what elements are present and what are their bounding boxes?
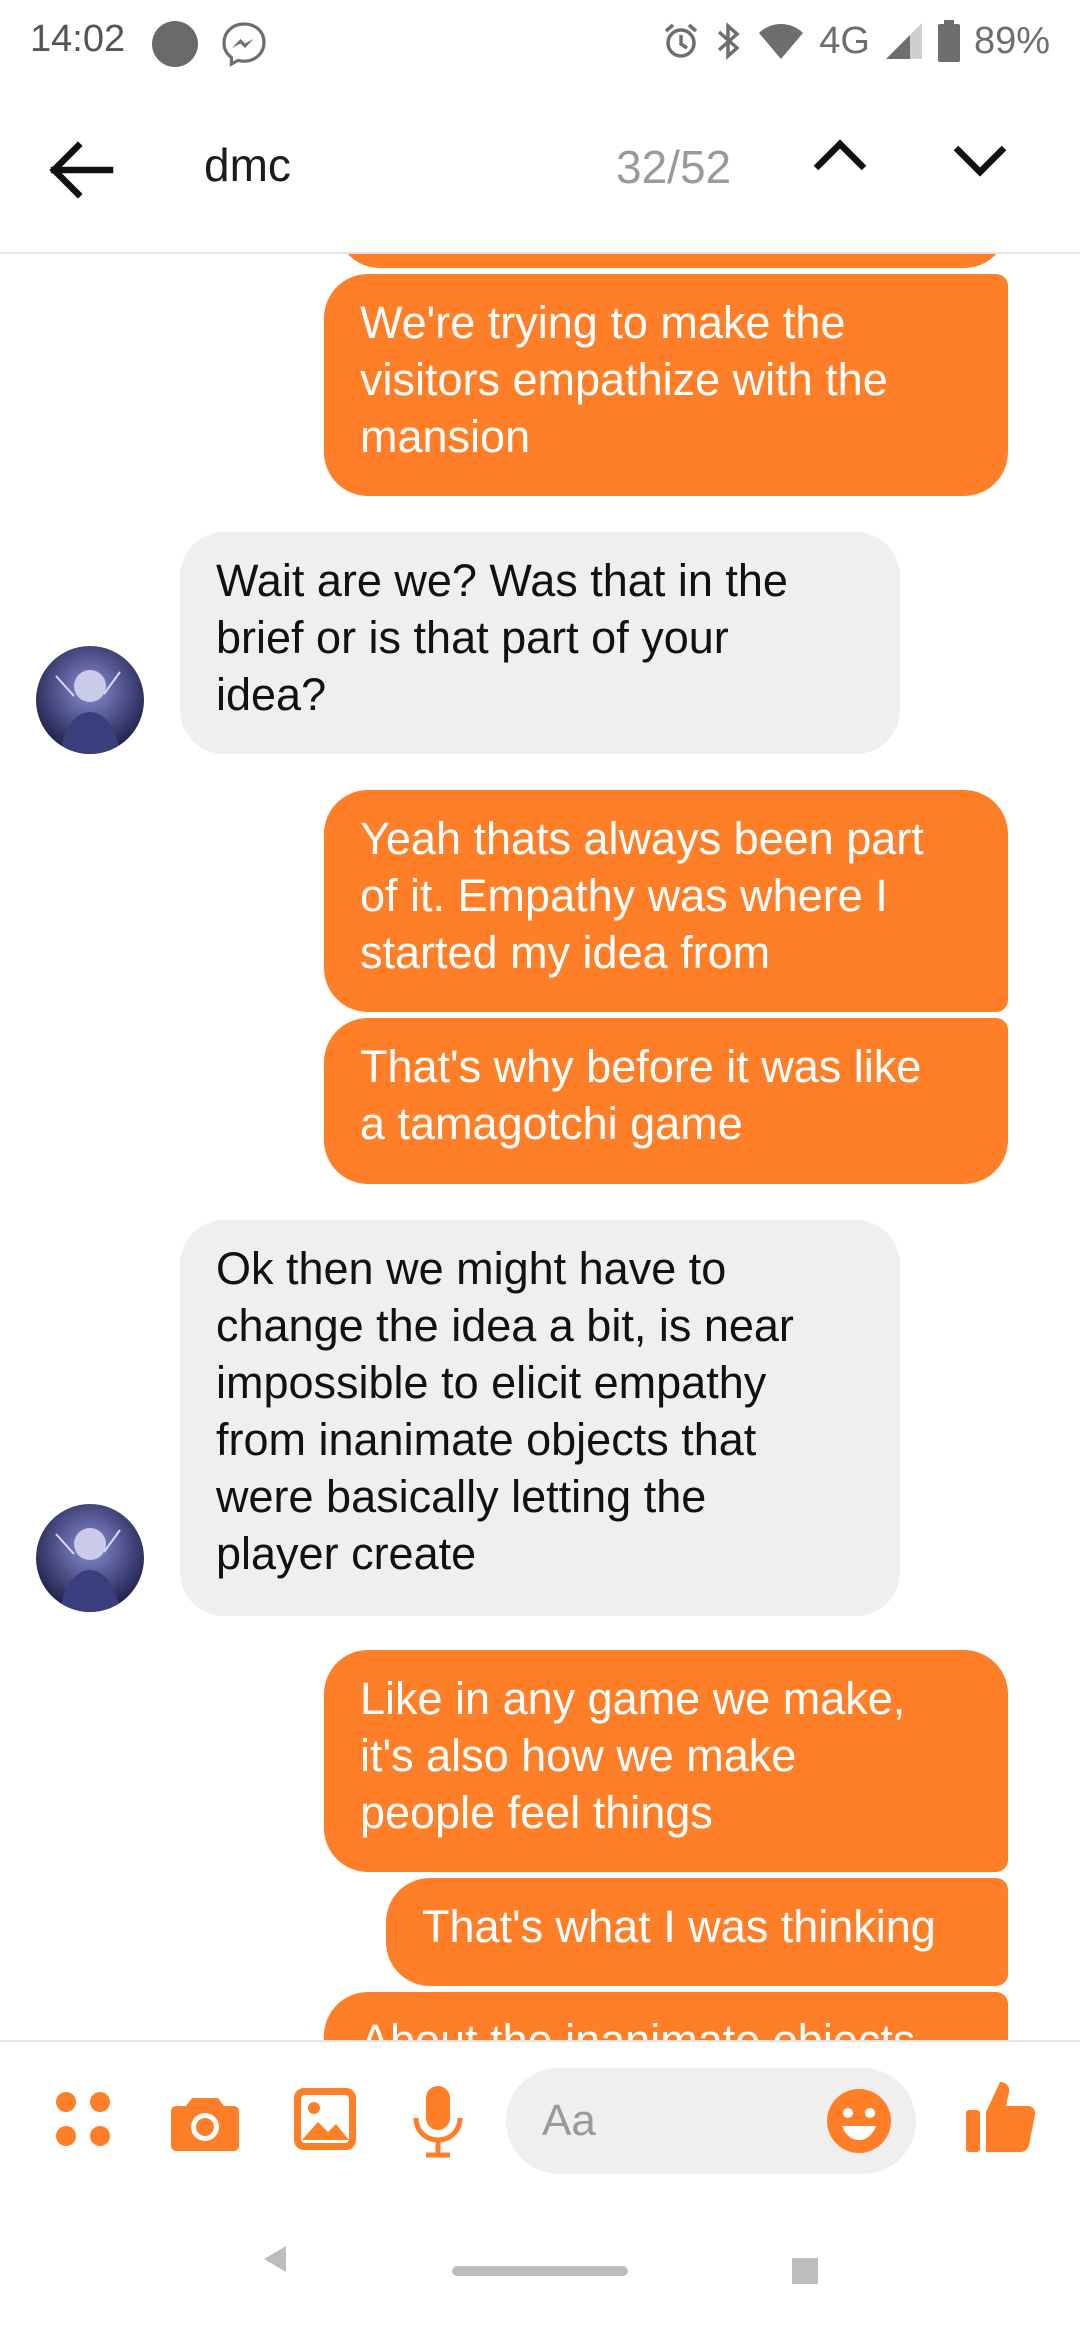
chevron-up-icon[interactable] <box>810 136 874 200</box>
signal-icon <box>884 21 924 61</box>
apps-icon[interactable] <box>54 2090 112 2153</box>
message-bubble-incoming[interactable]: Ok then we might have to change the idea… <box>180 1220 900 1616</box>
wifi-icon <box>757 21 805 61</box>
search-term: dmc <box>204 139 291 191</box>
avatar[interactable] <box>36 1504 144 1612</box>
message-bubble-outgoing[interactable]: That's what I was thinking <box>386 1878 1008 1986</box>
nav-recents-icon[interactable] <box>792 2258 818 2284</box>
status-icons: 4G 89% <box>661 16 1050 66</box>
battery-level: 89% <box>973 19 1050 62</box>
microphone-icon[interactable] <box>412 2086 464 2163</box>
gallery-icon[interactable] <box>294 2088 356 2155</box>
nav-home-pill[interactable] <box>452 2266 628 2276</box>
message-bubble-outgoing[interactable]: Like in any game we make, it's also how … <box>324 1650 1008 1872</box>
thumbs-up-icon[interactable] <box>966 2078 1036 2159</box>
camera-icon[interactable] <box>170 2092 240 2157</box>
message-input[interactable] <box>540 2090 824 2152</box>
notification-dot-icon <box>152 21 198 67</box>
emoji-icon[interactable] <box>826 2088 892 2154</box>
battery-icon <box>937 20 960 62</box>
bluetooth-icon <box>715 20 743 62</box>
message-bubble-outgoing[interactable]: We're trying to make the visitors empath… <box>324 274 1008 496</box>
message-bubble-outgoing[interactable]: About the inanimate objects <box>324 1992 1008 2040</box>
message-input-box[interactable] <box>506 2068 916 2174</box>
avatar[interactable] <box>36 646 144 754</box>
chevron-down-icon[interactable] <box>950 140 1014 204</box>
message-bubble-outgoing[interactable] <box>336 254 1008 268</box>
match-counter: 32/52 <box>616 141 732 193</box>
messenger-icon <box>220 20 268 68</box>
message-bubble-outgoing[interactable]: That's why before it was like a tamagotc… <box>324 1018 1008 1184</box>
search-header: dmc 32/52 <box>0 88 1080 254</box>
status-bar: 14:02 4G 89% <box>0 0 1080 88</box>
status-time: 14:02 <box>30 18 126 60</box>
back-arrow-icon[interactable] <box>44 138 124 208</box>
message-bubble-outgoing[interactable]: Yeah thats always been part of it. Empat… <box>324 790 1008 1012</box>
message-bubble-incoming[interactable]: Wait are we? Was that in the brief or is… <box>180 532 900 754</box>
system-nav-bar <box>0 2200 1080 2340</box>
alarm-icon <box>661 21 701 61</box>
composer-bar <box>0 2040 1080 2200</box>
network-type: 4G <box>819 19 870 62</box>
nav-back-icon[interactable] <box>262 2244 288 2279</box>
message-list[interactable]: We're trying to make the visitors empath… <box>0 254 1080 2040</box>
